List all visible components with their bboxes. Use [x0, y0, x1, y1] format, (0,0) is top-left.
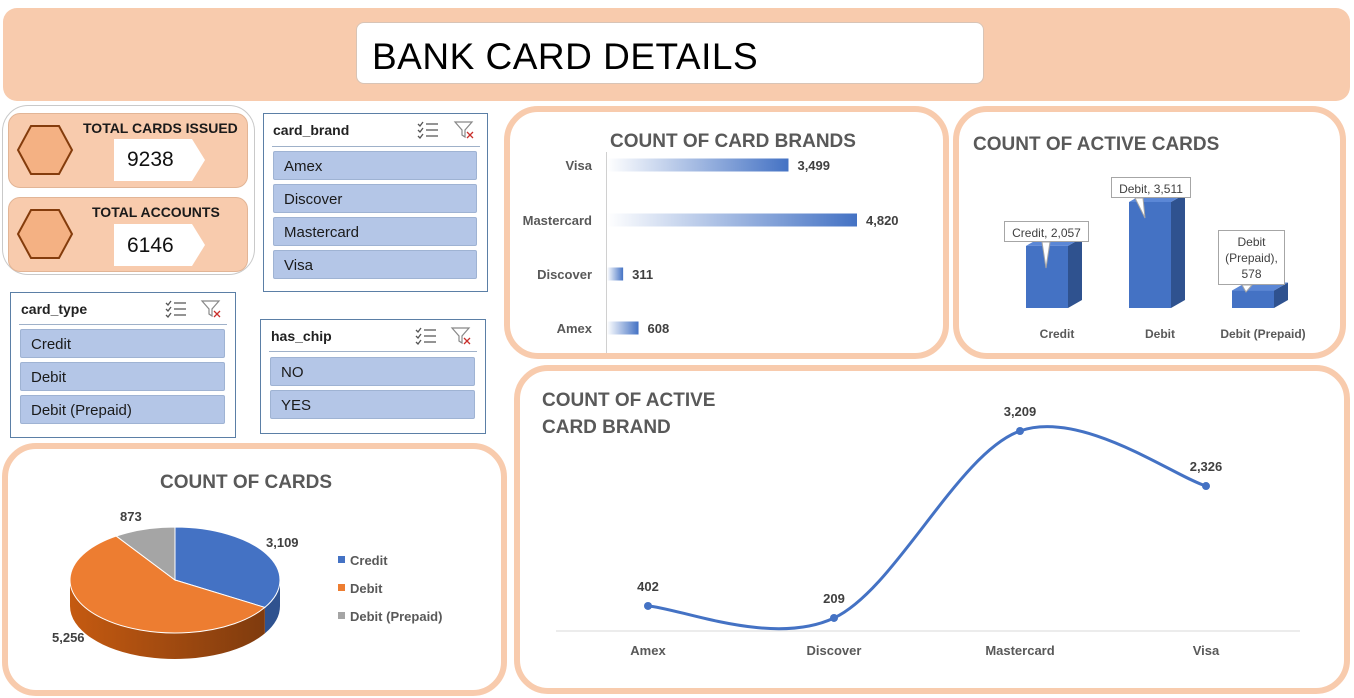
- chart-title: COUNT OF CARDS: [160, 472, 333, 493]
- slicer-divider: [19, 324, 227, 325]
- multi-select-icon[interactable]: [417, 121, 439, 139]
- data-callout: Debit, 3,511: [1111, 177, 1191, 198]
- dashboard-title: BANK CARD DETAILS: [356, 22, 984, 84]
- slicer-item-yes[interactable]: YES: [270, 390, 475, 419]
- chart-title: COUNT OF ACTIVE CARDS: [973, 134, 1220, 155]
- slicer-divider: [272, 146, 480, 147]
- slicer-title: card_brand: [273, 122, 350, 138]
- multi-select-icon[interactable]: [165, 300, 187, 318]
- chart-title-line-1: COUNT OF ACTIVE: [542, 390, 716, 411]
- multi-select-icon[interactable]: [415, 327, 437, 345]
- slicer-item-visa[interactable]: Visa: [273, 250, 477, 279]
- kpi-value: 9238: [127, 148, 174, 171]
- slicer-item-mastercard[interactable]: Mastercard: [273, 217, 477, 246]
- card-brand-slicer: card_brand Amex Discover Mastercard Visa: [263, 113, 488, 292]
- hexagon-icon: [16, 125, 74, 175]
- slicer-item-no[interactable]: NO: [270, 357, 475, 386]
- slicer-title: card_type: [21, 301, 88, 317]
- data-callout: Debit (Prepaid), 578: [1218, 230, 1285, 285]
- slicer-item-amex[interactable]: Amex: [273, 151, 477, 180]
- slicer-item-debit[interactable]: Debit: [20, 362, 225, 391]
- active-card-brand-panel: [514, 365, 1350, 694]
- card-type-slicer: card_type Credit Debit Debit (Prepaid): [10, 292, 236, 438]
- data-callout: Credit, 2,057: [1004, 221, 1089, 242]
- chart-title-line-2: CARD BRAND: [542, 417, 671, 438]
- has-chip-slicer: has_chip NO YES: [260, 319, 486, 434]
- slicer-item-debit-prepaid[interactable]: Debit (Prepaid): [20, 395, 225, 424]
- hexagon-icon: [16, 209, 74, 259]
- chart-title: COUNT OF CARD BRANDS: [610, 131, 856, 152]
- clear-filter-icon[interactable]: [450, 327, 473, 345]
- clear-filter-icon[interactable]: [200, 300, 223, 318]
- slicer-item-discover[interactable]: Discover: [273, 184, 477, 213]
- kpi-label: TOTAL CARDS ISSUED: [83, 120, 238, 136]
- kpi-total-cards: TOTAL CARDS ISSUED 9238: [8, 113, 248, 188]
- axis-line: [606, 152, 607, 353]
- kpi-label: TOTAL ACCOUNTS: [92, 204, 220, 220]
- clear-filter-icon[interactable]: [453, 121, 476, 139]
- slicer-item-credit[interactable]: Credit: [20, 329, 225, 358]
- slicer-divider: [269, 351, 477, 352]
- kpi-value: 6146: [127, 234, 174, 257]
- slicer-title: has_chip: [271, 328, 332, 344]
- kpi-total-accounts: TOTAL ACCOUNTS 6146: [8, 197, 248, 272]
